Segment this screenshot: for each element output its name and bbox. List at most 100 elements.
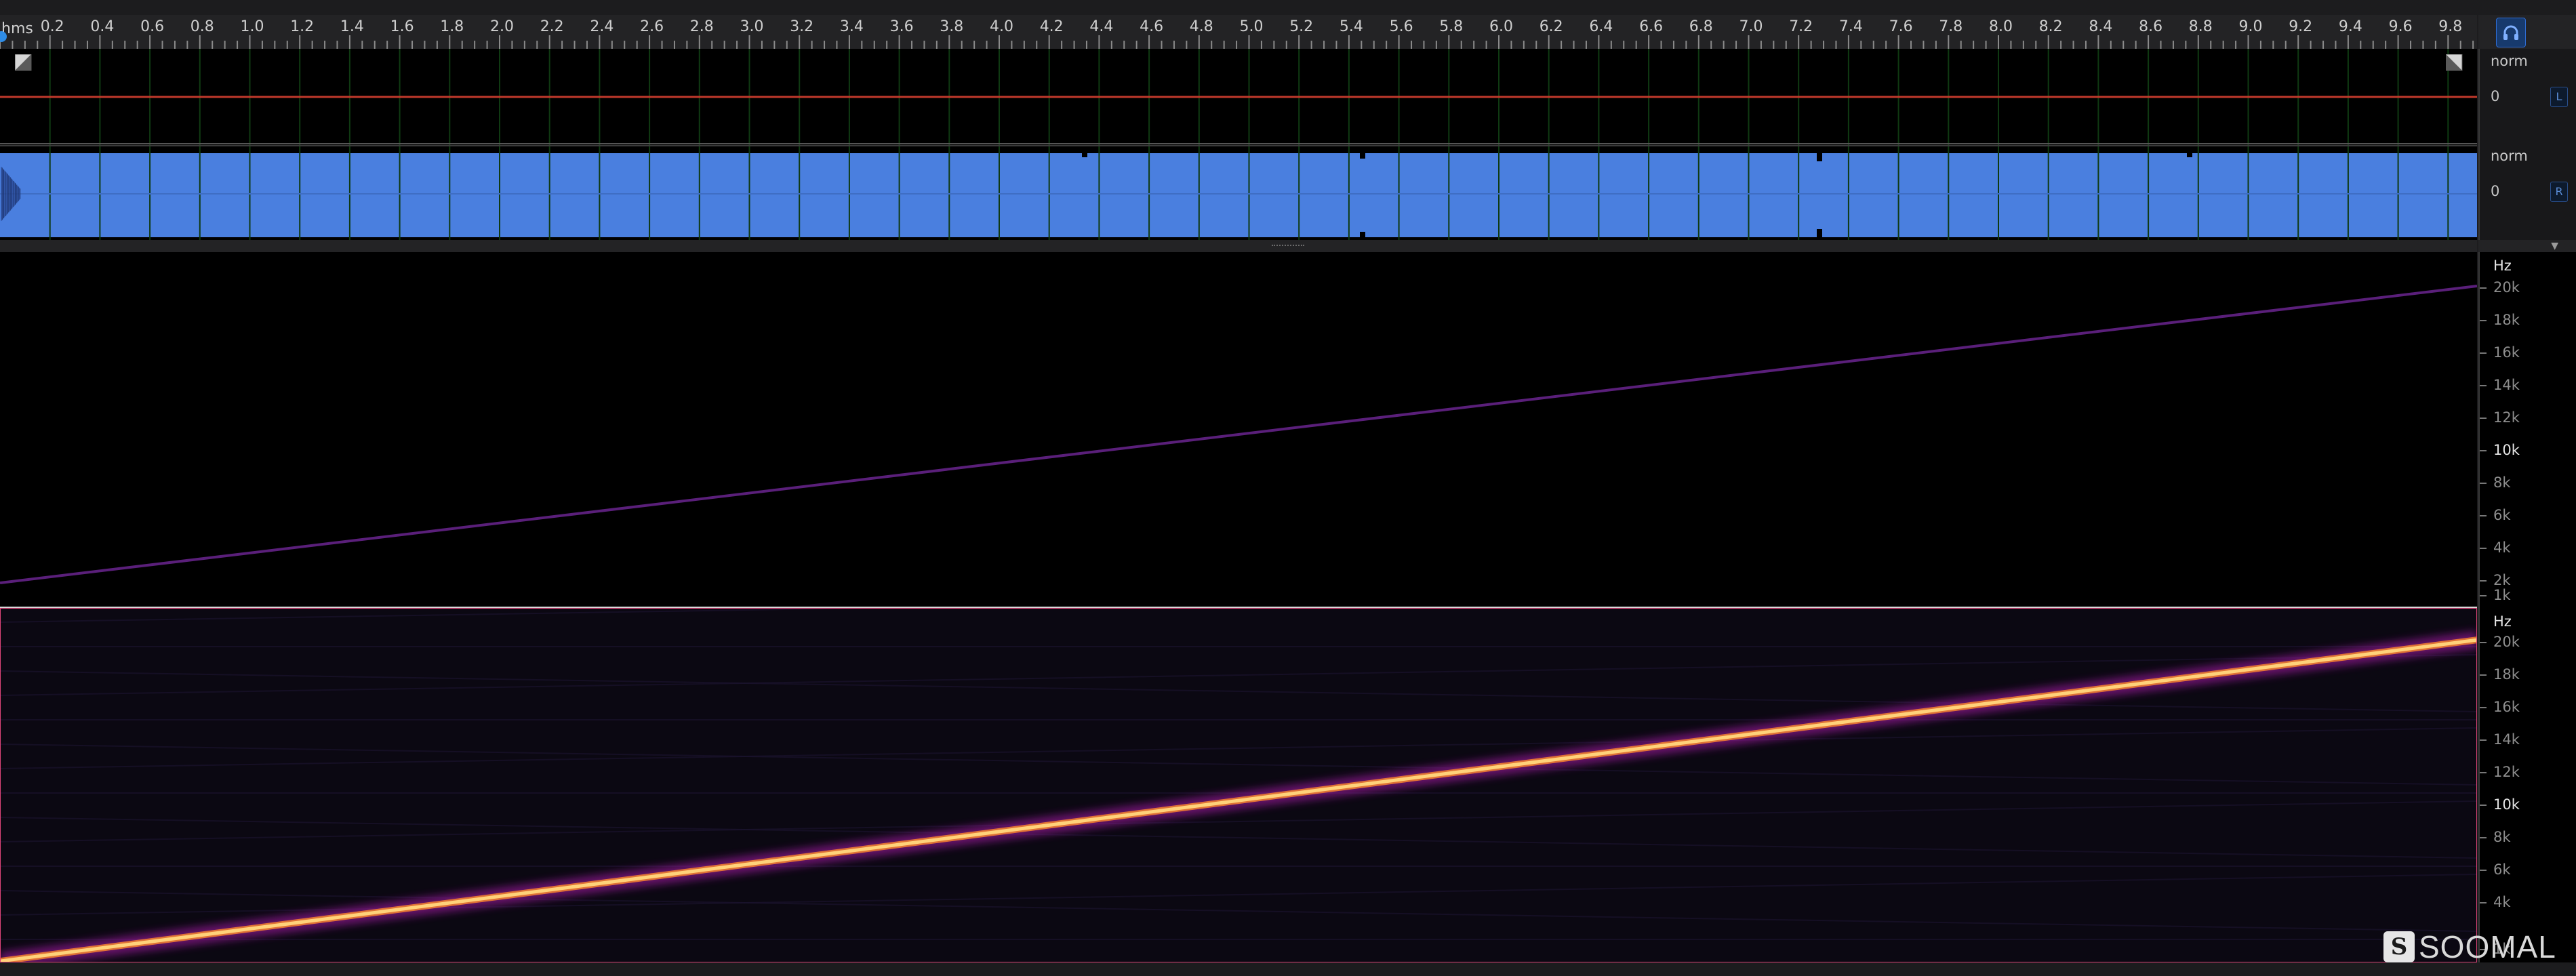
ruler-tick-label: 2.4 — [590, 18, 613, 35]
ruler-tick-label: 4.2 — [1040, 18, 1064, 35]
frequency-unit-label: Hz — [2493, 613, 2512, 630]
spectrogram-right-channel[interactable] — [0, 608, 2477, 962]
frequency-label: 4k — [2493, 540, 2511, 556]
frequency-tick — [2480, 385, 2487, 386]
frequency-label: 14k — [2493, 377, 2520, 393]
right-channel-toggle[interactable]: R — [2550, 182, 2568, 202]
collapse-icon[interactable]: ▼ — [2551, 241, 2558, 251]
headphones-icon[interactable] — [2496, 18, 2526, 47]
ruler-tick-label: 6.6 — [1639, 18, 1663, 35]
frequency-tick — [2480, 483, 2487, 484]
view-splitter[interactable] — [0, 240, 2477, 252]
ruler-tick-label: 1.6 — [390, 18, 414, 35]
frequency-tick — [2480, 674, 2487, 676]
frequency-tick — [2480, 805, 2487, 806]
left-channel-grid — [0, 49, 2477, 145]
frequency-tick — [2480, 418, 2487, 419]
ruler-tick-label: 9.2 — [2289, 18, 2312, 35]
ruler-tick-label: 3.4 — [840, 18, 864, 35]
frequency-label: 12k — [2493, 409, 2520, 426]
frequency-tick — [2480, 707, 2487, 708]
right-frequency-axis: Hz 20k 18k 16k 14k 12k 10k 8k 6k 4k 1k — [2478, 608, 2576, 962]
frequency-label: 2k — [2493, 572, 2511, 588]
ruler-tick-label: 1.8 — [440, 18, 464, 35]
frequency-tick — [2480, 902, 2487, 903]
ruler-tick-label: 1.0 — [241, 18, 264, 35]
frequency-unit-label: Hz — [2493, 258, 2512, 274]
sweep-line — [1, 638, 2476, 962]
ruler-tick-label: 1.4 — [340, 18, 364, 35]
spectrogram-left-channel[interactable] — [0, 252, 2477, 607]
frequency-tick — [2480, 595, 2487, 596]
frequency-label: 10k — [2493, 796, 2520, 813]
ruler-tick-label: 0.8 — [190, 18, 214, 35]
ruler-tick-label: 5.4 — [1340, 18, 1363, 35]
frequency-tick — [2480, 580, 2487, 582]
frequency-tick — [2480, 870, 2487, 871]
ruler-tick-label: 5.2 — [1289, 18, 1313, 35]
ruler-ticks: 0.2 0.4 0.6 0.8 1.0 1.2 1.4 1.6 1.8 2.0 2.2 2.4 2.6 2… — [0, 18, 2474, 49]
frequency-tick — [2480, 642, 2487, 643]
left-frequency-axis: Hz 20k 18k 16k 14k 12k 10k 8k 6k 4k 2k 1k — [2478, 252, 2576, 608]
frequency-label: 6k — [2493, 861, 2511, 878]
monitor-panel — [2478, 15, 2576, 49]
ruler-tick-label: 6.2 — [1539, 18, 1563, 35]
frequency-tick — [2480, 772, 2487, 773]
status-strip — [0, 962, 2576, 976]
ruler-tick-label: 5.8 — [1439, 18, 1463, 35]
frequency-tick — [2480, 548, 2487, 549]
ruler-tick-label: 9.0 — [2239, 18, 2263, 35]
ruler-tick-label: 7.4 — [1839, 18, 1863, 35]
ruler-tick-label: 1.2 — [290, 18, 314, 35]
ruler-tick-label: 8.4 — [2089, 18, 2112, 35]
ruler-tick-label: 4.8 — [1190, 18, 1213, 35]
frequency-label: 10k — [2493, 442, 2520, 458]
frequency-label: 18k — [2493, 312, 2520, 328]
left-zero-label: 0 — [2491, 88, 2500, 104]
frequency-tick — [2480, 352, 2487, 354]
ruler-tick-label: 3.0 — [740, 18, 764, 35]
ruler-tick-label: 4.6 — [1140, 18, 1163, 35]
logo-text: SOOMAL — [2419, 929, 2556, 964]
frequency-tick — [2480, 287, 2487, 289]
ruler-tick-label: 6.8 — [1689, 18, 1713, 35]
ruler-tick-label: 2.6 — [640, 18, 664, 35]
frequency-tick — [2480, 450, 2487, 451]
ruler-tick-label: 7.2 — [1789, 18, 1813, 35]
waveform-left-channel[interactable] — [0, 49, 2477, 145]
frequency-label: 8k — [2493, 829, 2511, 845]
frequency-label: 6k — [2493, 507, 2511, 523]
ruler-tick-label: 4.4 — [1089, 18, 1113, 35]
ruler-tick-label: 5.6 — [1390, 18, 1413, 35]
time-ruler[interactable]: 0.2 0.4 0.6 0.8 1.0 1.2 1.4 1.6 1.8 2.0 2.2 2.4 2.6 2… — [0, 15, 2477, 50]
frequency-tick — [2480, 515, 2487, 516]
splitter-grip[interactable] — [1272, 245, 1304, 249]
ruler-tick-label: 9.6 — [2389, 18, 2413, 35]
soomal-logo: S SOOMAL — [2383, 929, 2556, 965]
splitter-corner: ▼ — [2478, 240, 2576, 252]
ruler-tick-label: 8.6 — [2139, 18, 2162, 35]
sweep-line — [0, 285, 2477, 584]
ruler-tick-label: 8.8 — [2189, 18, 2213, 35]
frequency-label: 8k — [2493, 474, 2511, 491]
ruler-tick-label: 2.0 — [490, 18, 514, 35]
ruler-tick-label: 7.6 — [1889, 18, 1913, 35]
left-channel-toggle[interactable]: L — [2550, 87, 2568, 107]
ruler-tick-label: 6.0 — [1489, 18, 1513, 35]
ruler-tick-label: 2.2 — [540, 18, 564, 35]
ruler-tick-label: 8.2 — [2039, 18, 2063, 35]
frequency-label: 1k — [2493, 587, 2511, 603]
frequency-tick — [2480, 739, 2487, 741]
ruler-tick-label: 6.4 — [1589, 18, 1613, 35]
left-sweep-line — [0, 285, 2477, 584]
ruler-tick-label: 0.6 — [140, 18, 164, 35]
ruler-tick-label: 0.2 — [41, 18, 64, 35]
frequency-label: 12k — [2493, 764, 2520, 780]
frequency-label: 4k — [2493, 894, 2511, 910]
waveform-right-channel[interactable] — [0, 145, 2477, 241]
ruler-tick-label: 7.8 — [1939, 18, 1963, 35]
ruler-tick-label: 3.8 — [940, 18, 963, 35]
soomal-logo-mark: S — [2383, 931, 2415, 962]
fade-out-handle-icon[interactable] — [2446, 54, 2463, 72]
fade-in-handle-icon[interactable] — [15, 54, 33, 72]
